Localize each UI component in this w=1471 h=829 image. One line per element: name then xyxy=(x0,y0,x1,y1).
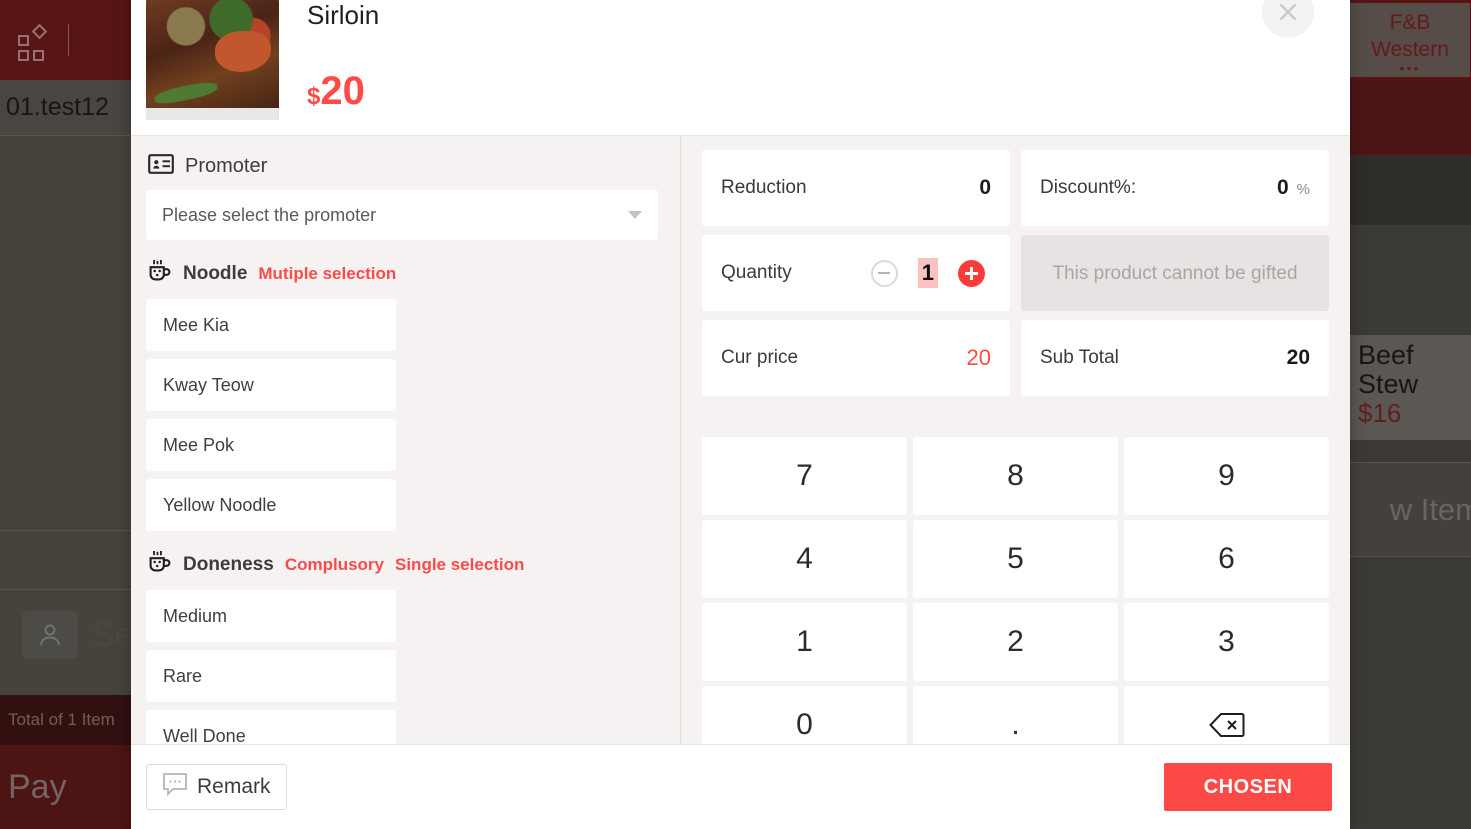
option-item[interactable]: Well Done xyxy=(146,710,396,744)
comment-icon xyxy=(162,772,188,802)
gift-disabled-notice: This product cannot be gifted xyxy=(1021,235,1329,311)
key-9[interactable]: 9 xyxy=(1124,437,1329,515)
key-8[interactable]: 8 xyxy=(913,437,1118,515)
sub-total-value: 20 xyxy=(1286,346,1310,369)
cur-price-value: 20 xyxy=(966,345,991,370)
cup-icon xyxy=(148,260,172,288)
key-3[interactable]: 3 xyxy=(1124,603,1329,681)
option-item[interactable]: Medium xyxy=(146,590,396,642)
chevron-down-icon xyxy=(628,211,642,219)
key-2[interactable]: 2 xyxy=(913,603,1118,681)
price-amount: 20 xyxy=(320,69,365,113)
product-detail-modal: Sirloin $20 Promoter Please select the p… xyxy=(131,0,1350,829)
reduction-label: Reduction xyxy=(721,177,807,198)
discount-value: 0 xyxy=(1276,176,1289,199)
product-image xyxy=(146,0,279,120)
quantity-label: Quantity xyxy=(721,262,792,283)
plus-circle-icon[interactable] xyxy=(958,259,985,287)
group-header-noodle: Noodle Mutiple selection xyxy=(148,260,658,288)
sub-total-label: Sub Total xyxy=(1040,347,1119,368)
key-7[interactable]: 7 xyxy=(702,437,907,515)
modal-body: Promoter Please select the promoter Nood… xyxy=(131,136,1350,764)
options-panel: Promoter Please select the promoter Nood… xyxy=(131,136,681,744)
cup-icon xyxy=(148,551,172,579)
option-grid-doneness: Medium Rare Well Done Medium Rare Medium… xyxy=(146,590,658,744)
chosen-button[interactable]: CHOSEN xyxy=(1164,763,1332,811)
cur-price-field[interactable]: Cur price 20 xyxy=(702,320,1010,396)
discount-field[interactable]: Discount%: 0 % xyxy=(1021,150,1329,226)
price-currency: $ xyxy=(307,83,321,110)
promoter-label: Promoter xyxy=(185,155,268,177)
product-name: Sirloin xyxy=(307,0,380,30)
option-item[interactable]: Kway Teow xyxy=(146,359,396,411)
product-price: $20 xyxy=(307,71,379,111)
quantity-field[interactable]: Quantity 1 xyxy=(702,235,1010,311)
option-item[interactable]: Mee Kia xyxy=(146,299,396,351)
group-tag-selection: Single selection xyxy=(395,555,525,574)
group-tag: Mutiple selection xyxy=(258,264,397,283)
key-4[interactable]: 4 xyxy=(702,520,907,598)
group-header-doneness: Doneness Complusory Single selection xyxy=(148,551,658,579)
quantity-value[interactable]: 1 xyxy=(917,258,938,288)
promoter-section-header: Promoter xyxy=(148,154,658,179)
key-5[interactable]: 5 xyxy=(913,520,1118,598)
promoter-placeholder: Please select the promoter xyxy=(162,204,377,225)
sub-total-field: Sub Total 20 xyxy=(1021,320,1329,396)
quantity-stepper: 1 xyxy=(870,258,991,288)
remark-button[interactable]: Remark xyxy=(146,764,287,810)
group-name: Doneness xyxy=(183,554,274,575)
option-grid-noodle: Mee Kia Kway Teow Mee Pok Yellow Noodle xyxy=(146,299,658,531)
numeric-keypad: 7 8 9 4 5 6 1 2 3 0 . xyxy=(702,437,1329,764)
cur-price-label: Cur price xyxy=(721,347,799,368)
promoter-select[interactable]: Please select the promoter xyxy=(146,190,658,240)
discount-unit: % xyxy=(1296,181,1310,198)
id-card-icon xyxy=(148,154,174,179)
modal-header: Sirloin $20 xyxy=(131,0,1350,136)
modal-footer: Remark CHOSEN xyxy=(131,744,1350,829)
pricing-fields: Reduction 0 Discount%: 0 % Quantity 1 Th… xyxy=(702,150,1329,396)
key-6[interactable]: 6 xyxy=(1124,520,1329,598)
group-name: Noodle xyxy=(183,263,248,284)
option-item[interactable]: Yellow Noodle xyxy=(146,479,396,531)
pricing-panel: Reduction 0 Discount%: 0 % Quantity 1 Th… xyxy=(681,136,1350,764)
option-item[interactable]: Rare xyxy=(146,650,396,702)
key-1[interactable]: 1 xyxy=(702,603,907,681)
reduction-value: 0 xyxy=(979,176,991,199)
minus-circle-icon[interactable] xyxy=(870,259,898,287)
option-item[interactable]: Mee Pok xyxy=(146,419,396,471)
discount-label: Discount%: xyxy=(1040,177,1137,198)
group-tag-compulsory: Complusory xyxy=(284,555,384,574)
close-icon[interactable] xyxy=(1262,0,1314,38)
remark-label: Remark xyxy=(197,775,271,798)
reduction-field[interactable]: Reduction 0 xyxy=(702,150,1010,226)
